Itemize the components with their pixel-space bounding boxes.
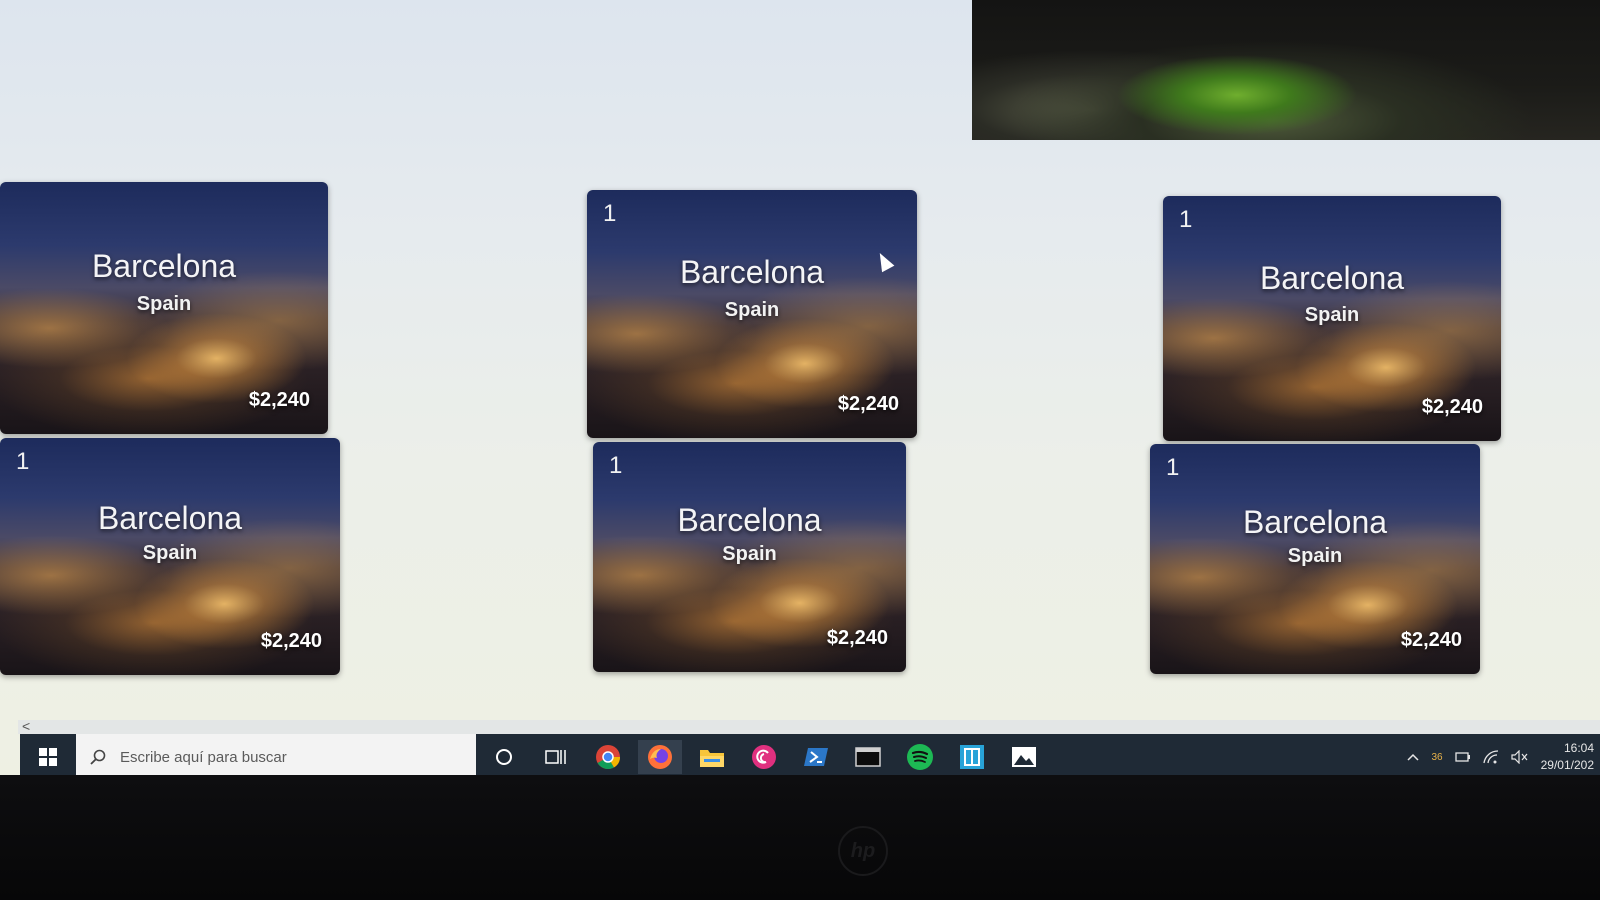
volume-muted-icon[interactable] bbox=[1511, 750, 1529, 764]
hp-logo-icon: hp bbox=[838, 826, 888, 876]
card-count: 1 bbox=[1166, 454, 1180, 481]
file-explorer-icon bbox=[700, 750, 724, 767]
card-country: Spain bbox=[722, 543, 777, 566]
powershell-app[interactable] bbox=[794, 740, 838, 774]
card-price: $2,240 bbox=[837, 393, 899, 415]
spotify-icon bbox=[907, 744, 933, 770]
file-explorer-app[interactable] bbox=[690, 740, 734, 780]
destination-card[interactable]: 1 Barcelona Spain $2,240 bbox=[0, 438, 340, 675]
debian-icon bbox=[752, 745, 776, 769]
card-price: $2,240 bbox=[1400, 629, 1462, 651]
card-city: Barcelona bbox=[91, 247, 237, 284]
firefox-icon bbox=[648, 745, 672, 769]
spotify-app[interactable] bbox=[898, 740, 942, 780]
wifi-icon[interactable] bbox=[1482, 750, 1499, 764]
taskbar-search-box[interactable]: Escribe aquí para buscar bbox=[76, 734, 476, 780]
card-price: $2,240 bbox=[260, 630, 322, 652]
card-country: Spain bbox=[142, 542, 198, 565]
photos-icon bbox=[1012, 747, 1036, 767]
search-placeholder: Escribe aquí para buscar bbox=[120, 748, 287, 766]
destination-card[interactable]: 1 Barcelona Spain $2,240 bbox=[587, 190, 917, 438]
clock-date: 29/01/202 bbox=[1540, 758, 1594, 772]
terminal-app[interactable] bbox=[846, 740, 890, 774]
monitor-bezel bbox=[0, 775, 1600, 900]
card-city: Barcelona bbox=[1242, 503, 1388, 540]
destination-card[interactable]: 1 Barcelona Spain $2,240 bbox=[1163, 196, 1501, 441]
debian-app[interactable] bbox=[742, 740, 786, 774]
horizontal-scrollbar[interactable]: < bbox=[18, 718, 1600, 734]
temperature-indicator[interactable]: 36 bbox=[1431, 752, 1442, 763]
start-button[interactable] bbox=[20, 734, 76, 780]
chrome-app[interactable] bbox=[586, 740, 630, 774]
card-city: Barcelona bbox=[1259, 259, 1405, 296]
card-city: Barcelona bbox=[97, 499, 243, 536]
terminal-icon bbox=[855, 747, 881, 767]
firefox-app[interactable] bbox=[638, 740, 682, 780]
card-country: Spain bbox=[724, 299, 780, 322]
task-view-icon bbox=[545, 750, 566, 764]
powershell-icon bbox=[804, 748, 828, 766]
windows-logo-icon bbox=[39, 748, 57, 766]
card-price: $2,240 bbox=[1421, 396, 1483, 418]
card-count: 1 bbox=[603, 200, 617, 227]
card-country: Spain bbox=[1304, 303, 1360, 326]
destination-card[interactable]: 1 Barcelona Spain $2,240 bbox=[1150, 444, 1480, 674]
system-tray: 36 16:04 29/01/202 bbox=[1407, 734, 1600, 780]
card-count: 1 bbox=[16, 448, 30, 475]
search-icon bbox=[90, 749, 106, 765]
battery-icon[interactable] bbox=[1454, 751, 1471, 763]
card-city: Barcelona bbox=[679, 254, 825, 291]
card-country: Spain bbox=[136, 292, 192, 315]
taskbar: Escribe aquí para buscar 36 16:04 29/01/… bbox=[20, 734, 1600, 780]
cortana-icon bbox=[496, 749, 512, 765]
photos-app[interactable] bbox=[1002, 740, 1046, 780]
sandbox-app[interactable] bbox=[950, 740, 994, 780]
chevron-up-icon[interactable] bbox=[1407, 753, 1420, 761]
monitor-screen: Barcelona Spain $2,240 1 Barcelona Spain… bbox=[0, 0, 1600, 780]
card-price: $2,240 bbox=[248, 389, 310, 411]
clock-time: 16:04 bbox=[1563, 741, 1594, 755]
task-view-button[interactable] bbox=[534, 740, 578, 774]
clock[interactable]: 16:04 29/01/202 bbox=[1541, 740, 1594, 774]
card-price: $2,240 bbox=[826, 627, 888, 649]
card-city: Barcelona bbox=[677, 501, 822, 538]
scroll-left-button[interactable]: < bbox=[22, 718, 30, 734]
card-country: Spain bbox=[1287, 545, 1343, 568]
destination-card[interactable]: 1 Barcelona Spain $2,240 bbox=[593, 442, 906, 672]
destination-card[interactable]: Barcelona Spain $2,240 bbox=[0, 182, 328, 434]
cortana-button[interactable] bbox=[482, 740, 526, 774]
card-count: 1 bbox=[1179, 206, 1193, 233]
chrome-icon bbox=[596, 745, 620, 770]
hero-landscape-image bbox=[972, 0, 1600, 140]
sandbox-icon bbox=[960, 745, 984, 769]
card-count: 1 bbox=[609, 452, 623, 479]
